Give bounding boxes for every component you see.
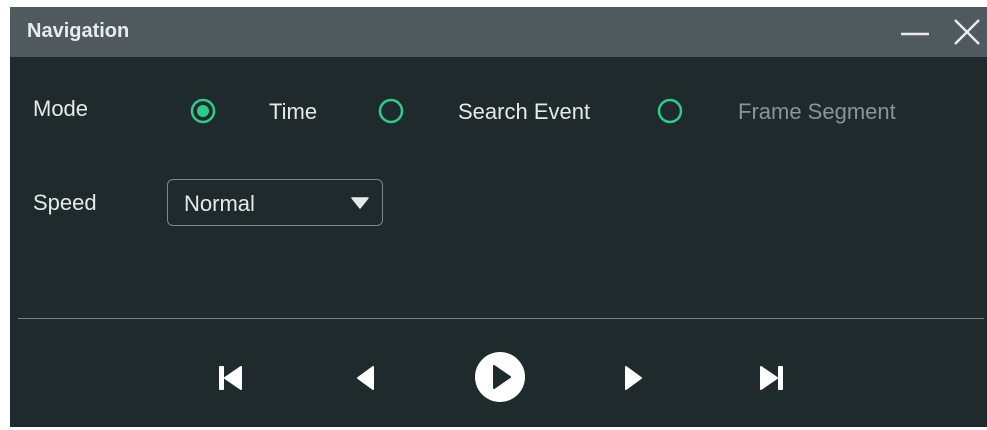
skip-to-last-button[interactable] bbox=[755, 361, 789, 395]
play-button[interactable] bbox=[471, 348, 529, 406]
mode-option-label: Time bbox=[269, 99, 318, 124]
mode-radio-frame-segment[interactable]: Frame Segment bbox=[657, 91, 937, 131]
radio-unselected-icon bbox=[378, 98, 404, 124]
speed-select[interactable]: Normal bbox=[167, 179, 383, 226]
divider bbox=[18, 318, 984, 319]
mode-radio-time[interactable]: Time bbox=[190, 91, 350, 131]
close-button[interactable] bbox=[950, 15, 984, 49]
play-icon bbox=[475, 352, 525, 402]
step-forward-button[interactable] bbox=[617, 361, 651, 395]
mode-radio-search-event[interactable]: Search Event bbox=[378, 91, 628, 131]
dialog-title: Navigation bbox=[27, 20, 130, 42]
radio-selected-icon bbox=[190, 98, 216, 124]
minimize-icon bbox=[901, 32, 929, 36]
minimize-button[interactable] bbox=[898, 15, 932, 49]
mode-option-label: Frame Segment bbox=[738, 99, 896, 124]
mode-label: Mode bbox=[33, 96, 89, 121]
skip-to-first-icon bbox=[219, 366, 242, 390]
step-back-button[interactable] bbox=[348, 361, 382, 395]
speed-select-value: Normal bbox=[184, 191, 255, 216]
skip-to-first-button[interactable] bbox=[213, 361, 247, 395]
mode-option-label: Search Event bbox=[458, 99, 591, 124]
step-forward-icon bbox=[625, 366, 642, 390]
speed-label: Speed bbox=[33, 190, 97, 215]
step-back-icon bbox=[357, 366, 374, 390]
title-bar: Navigation bbox=[10, 7, 987, 57]
close-icon bbox=[954, 19, 980, 45]
navigation-dialog: Navigation Mode Time Search Event Frame … bbox=[10, 7, 987, 427]
chevron-down-icon bbox=[351, 197, 369, 209]
radio-unselected-icon bbox=[657, 98, 683, 124]
skip-to-last-icon bbox=[760, 366, 783, 390]
